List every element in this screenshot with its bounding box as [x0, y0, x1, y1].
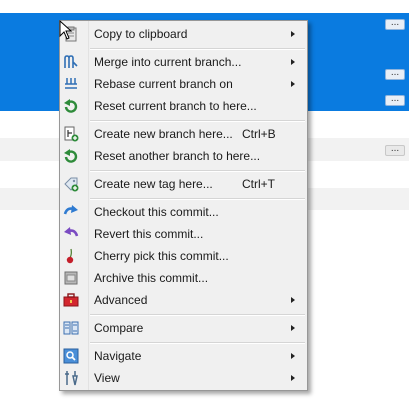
- cherry-icon: [63, 248, 79, 264]
- menu-item-label: Reset current branch to here...: [94, 99, 257, 113]
- menu-item-label: View: [94, 371, 120, 385]
- menu-item-reset-current-branch[interactable]: Reset current branch to here...: [60, 95, 307, 117]
- mouse-cursor-icon: [59, 20, 73, 40]
- archive-icon: [63, 270, 79, 286]
- row-more-button[interactable]: ...: [385, 18, 405, 30]
- submenu-arrow-icon: [291, 81, 295, 87]
- menu-item-label: Checkout this commit...: [94, 205, 219, 219]
- menu-item-shortcut: Ctrl+T: [242, 177, 275, 191]
- submenu-arrow-icon: [291, 59, 295, 65]
- menu-item-rebase[interactable]: Rebase current branch on: [60, 73, 307, 95]
- menu-item-label: Archive this commit...: [94, 271, 209, 285]
- navigate-icon: [63, 348, 79, 364]
- menu-item-label: Merge into current branch...: [94, 55, 242, 69]
- tag-icon: [63, 176, 79, 192]
- menu-item-copy-to-clipboard[interactable]: Copy to clipboard: [60, 23, 307, 45]
- menu-item-label: Cherry pick this commit...: [94, 249, 229, 263]
- menu-item-create-branch[interactable]: Create new branch here... Ctrl+B: [60, 123, 307, 145]
- menu-item-checkout[interactable]: Checkout this commit...: [60, 201, 307, 223]
- menu-item-label: Compare: [94, 321, 144, 335]
- menu-item-cherry-pick[interactable]: Cherry pick this commit...: [60, 245, 307, 267]
- menu-separator: [90, 48, 305, 50]
- menu-item-shortcut: Ctrl+B: [242, 127, 276, 141]
- menu-item-reset-another-branch[interactable]: Reset another branch to here...: [60, 145, 307, 167]
- menu-separator: [90, 170, 305, 172]
- submenu-arrow-icon: [291, 325, 295, 331]
- submenu-arrow-icon: [291, 353, 295, 359]
- menu-item-view[interactable]: View: [60, 367, 307, 389]
- submenu-arrow-icon: [291, 375, 295, 381]
- view-icon: [63, 370, 79, 386]
- revert-icon: [63, 226, 79, 242]
- menu-item-label: Create new branch here...: [94, 127, 233, 141]
- toolbox-icon: [63, 292, 79, 308]
- menu-item-revert[interactable]: Revert this commit...: [60, 223, 307, 245]
- compare-icon: [63, 320, 79, 336]
- menu-item-advanced[interactable]: Advanced: [60, 289, 307, 311]
- menu-item-label: Copy to clipboard: [94, 27, 188, 41]
- reset-icon: [63, 98, 79, 114]
- menu-item-label: Navigate: [94, 349, 142, 363]
- menu-separator: [90, 120, 305, 122]
- menu-item-label: Rebase current branch on: [94, 77, 233, 91]
- menu-item-navigate[interactable]: Navigate: [60, 345, 307, 367]
- menu-item-merge[interactable]: Merge into current branch...: [60, 51, 307, 73]
- rebase-icon: [63, 76, 79, 92]
- row-more-button[interactable]: ...: [385, 144, 405, 156]
- new-branch-icon: [63, 126, 79, 142]
- menu-item-label: Reset another branch to here...: [94, 149, 261, 163]
- row-more-button[interactable]: ...: [385, 68, 405, 80]
- menu-item-label: Advanced: [94, 293, 148, 307]
- checkout-icon: [63, 204, 79, 220]
- menu-separator: [90, 314, 305, 316]
- submenu-arrow-icon: [291, 297, 295, 303]
- row-more-button[interactable]: ...: [385, 94, 405, 106]
- menu-item-archive[interactable]: Archive this commit...: [60, 267, 307, 289]
- menu-item-label: Create new tag here...: [94, 177, 213, 191]
- context-menu: Copy to clipboard Merge into current bra…: [59, 20, 308, 391]
- menu-separator: [90, 198, 305, 200]
- reset-icon: [63, 148, 79, 164]
- menu-item-compare[interactable]: Compare: [60, 317, 307, 339]
- menu-separator: [90, 342, 305, 344]
- submenu-arrow-icon: [291, 31, 295, 37]
- menu-item-create-tag[interactable]: Create new tag here... Ctrl+T: [60, 173, 307, 195]
- merge-icon: [63, 54, 79, 70]
- menu-item-label: Revert this commit...: [94, 227, 204, 241]
